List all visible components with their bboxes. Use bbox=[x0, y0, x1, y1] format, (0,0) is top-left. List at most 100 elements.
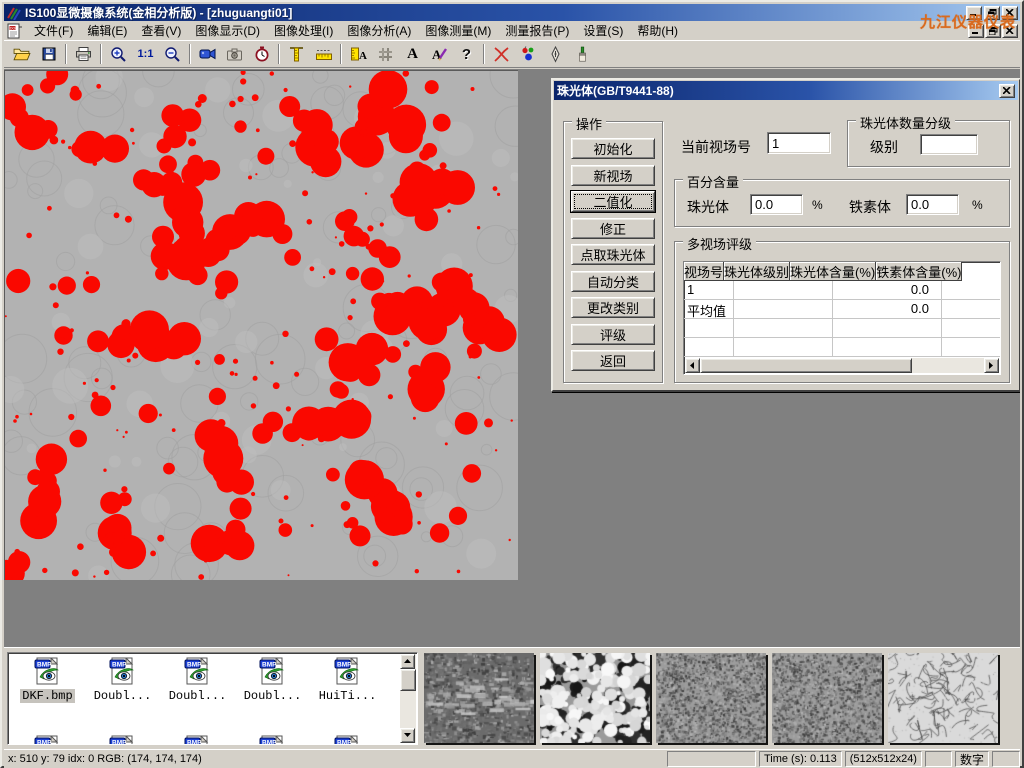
file-item[interactable]: BMP Doubl... bbox=[85, 655, 160, 703]
file-list-scrollbar[interactable] bbox=[400, 654, 416, 743]
cell-grade bbox=[734, 319, 833, 338]
menu-item[interactable]: 查看(V) bbox=[134, 20, 188, 41]
menu-item[interactable]: 测量报告(P) bbox=[498, 20, 576, 41]
zoom-out-button[interactable] bbox=[159, 42, 186, 66]
scrollbar-thumb[interactable] bbox=[700, 358, 912, 373]
minimize-button[interactable] bbox=[966, 6, 982, 20]
percent-group: 百分含量 珠光体 % 铁素体 % bbox=[674, 179, 1010, 227]
current-field-input[interactable] bbox=[767, 132, 831, 154]
file-item[interactable]: BMP DKF.bmp bbox=[10, 655, 85, 703]
file-item[interactable]: BMP bbox=[85, 733, 160, 745]
svg-text:BMP: BMP bbox=[337, 740, 352, 746]
svg-text:BMP: BMP bbox=[37, 662, 52, 669]
file-item[interactable]: BMP bbox=[160, 733, 235, 745]
measure-text-button[interactable]: A bbox=[345, 42, 372, 66]
table-row[interactable] bbox=[684, 338, 1000, 357]
dialog-close-icon bbox=[1003, 87, 1011, 94]
dialog-op-button[interactable]: 点取珠光体 bbox=[571, 244, 655, 265]
dialog-op-button[interactable]: 修正 bbox=[571, 218, 655, 239]
file-item[interactable]: BMP HuiTi... bbox=[310, 655, 385, 703]
thumbnail-4[interactable] bbox=[772, 653, 882, 743]
file-item[interactable]: BMP Doubl... bbox=[160, 655, 235, 703]
scroll-up-button[interactable] bbox=[400, 654, 415, 669]
menu-item[interactable]: 帮助(H) bbox=[630, 20, 685, 41]
bmp-file-icon: BMP bbox=[32, 733, 64, 745]
dialog-op-button[interactable]: 初始化 bbox=[571, 138, 655, 159]
scroll-right-button[interactable] bbox=[984, 358, 999, 373]
table-row[interactable] bbox=[684, 319, 1000, 338]
dialog-op-button[interactable]: 新视场 bbox=[571, 165, 655, 186]
open-file-button[interactable] bbox=[8, 42, 35, 66]
cell-field: 平均值 bbox=[684, 300, 734, 319]
file-item[interactable]: BMP bbox=[10, 733, 85, 745]
table-horizontal-scrollbar[interactable] bbox=[685, 358, 999, 373]
grid-overlay-button[interactable] bbox=[372, 42, 399, 66]
zoom-actual-button[interactable]: 1:1 bbox=[132, 42, 159, 66]
edit-annotation-button[interactable]: A bbox=[426, 42, 453, 66]
menu-item[interactable]: 图像分析(A) bbox=[340, 20, 418, 41]
toolbar: 1:1 A A A ? bbox=[4, 40, 1020, 68]
restore-button[interactable] bbox=[984, 6, 1000, 20]
classify-tool-button[interactable] bbox=[515, 42, 542, 66]
bmp-file-icon: BMP bbox=[107, 733, 139, 745]
video-capture-button[interactable] bbox=[194, 42, 221, 66]
caliper-measure-button[interactable] bbox=[283, 42, 310, 66]
curve-tool-button[interactable] bbox=[488, 42, 515, 66]
caliper-icon bbox=[288, 46, 305, 63]
specimen-image[interactable] bbox=[4, 70, 518, 580]
menu-item[interactable]: 图像测量(M) bbox=[418, 20, 498, 41]
file-item[interactable]: BMP bbox=[310, 733, 385, 745]
menu-item[interactable]: 编辑(E) bbox=[80, 20, 134, 41]
scrollbar-thumb[interactable] bbox=[400, 669, 416, 691]
text-annotation-button[interactable]: A bbox=[399, 42, 426, 66]
zoom-in-button[interactable] bbox=[105, 42, 132, 66]
scrollbar-track[interactable] bbox=[400, 691, 416, 728]
timer-button[interactable] bbox=[248, 42, 275, 66]
print-button[interactable] bbox=[70, 42, 97, 66]
scroll-left-button[interactable] bbox=[685, 358, 700, 373]
scrollbar-track[interactable] bbox=[912, 358, 984, 373]
table-row[interactable]: 1 0.0 bbox=[684, 281, 1000, 300]
dialog-op-button[interactable]: 评级 bbox=[571, 324, 655, 345]
thumbnail-1[interactable] bbox=[424, 653, 534, 743]
status-time: Time (s): 0.113 bbox=[759, 751, 842, 767]
snapshot-button[interactable] bbox=[221, 42, 248, 66]
menu-item[interactable]: 文件(F) bbox=[27, 20, 80, 41]
cell-grade bbox=[734, 300, 833, 319]
menu-item[interactable]: 设置(S) bbox=[576, 20, 630, 41]
percent-group-label: 百分含量 bbox=[683, 172, 743, 191]
ruler-measure-button[interactable] bbox=[310, 42, 337, 66]
color-balls-icon bbox=[520, 46, 537, 63]
save-button[interactable] bbox=[35, 42, 62, 66]
pearlite-input[interactable] bbox=[750, 194, 803, 215]
close-button[interactable] bbox=[1002, 6, 1018, 20]
thumbnail-5[interactable] bbox=[888, 653, 998, 743]
child-restore-icon bbox=[989, 27, 998, 35]
file-item[interactable]: BMP bbox=[235, 733, 310, 745]
dialog-op-button[interactable]: 自动分类 bbox=[571, 271, 655, 292]
dialog-close-button[interactable] bbox=[999, 84, 1015, 98]
dialog-op-button[interactable]: 更改类别 bbox=[571, 297, 655, 318]
ferrite-input[interactable] bbox=[906, 194, 959, 215]
help-button[interactable]: ? bbox=[453, 42, 480, 66]
scroll-down-button[interactable] bbox=[400, 728, 415, 743]
thumbnail-2[interactable] bbox=[540, 653, 650, 743]
ferrite-unit: % bbox=[972, 198, 983, 212]
child-minimize-button[interactable] bbox=[968, 24, 984, 38]
thumbnail-3[interactable] bbox=[656, 653, 766, 743]
red-curve-icon bbox=[492, 46, 511, 63]
file-item[interactable]: BMP Doubl... bbox=[235, 655, 310, 703]
child-restore-button[interactable] bbox=[985, 24, 1001, 38]
grade-input[interactable] bbox=[920, 134, 978, 155]
cell-grade bbox=[734, 281, 833, 300]
table-row[interactable]: 平均值 0.0 bbox=[684, 300, 1000, 319]
dialog-op-button[interactable]: 返回 bbox=[571, 350, 655, 371]
menu-item[interactable]: 图像处理(I) bbox=[267, 20, 340, 41]
grid-icon bbox=[377, 46, 394, 63]
brush-tool-button[interactable] bbox=[569, 42, 596, 66]
pen-tool-button[interactable] bbox=[542, 42, 569, 66]
child-close-button[interactable] bbox=[1002, 24, 1018, 38]
cell-pearlite bbox=[833, 338, 942, 357]
menu-item[interactable]: 图像显示(D) bbox=[188, 20, 267, 41]
dialog-op-button[interactable]: 二值化 bbox=[571, 191, 655, 212]
